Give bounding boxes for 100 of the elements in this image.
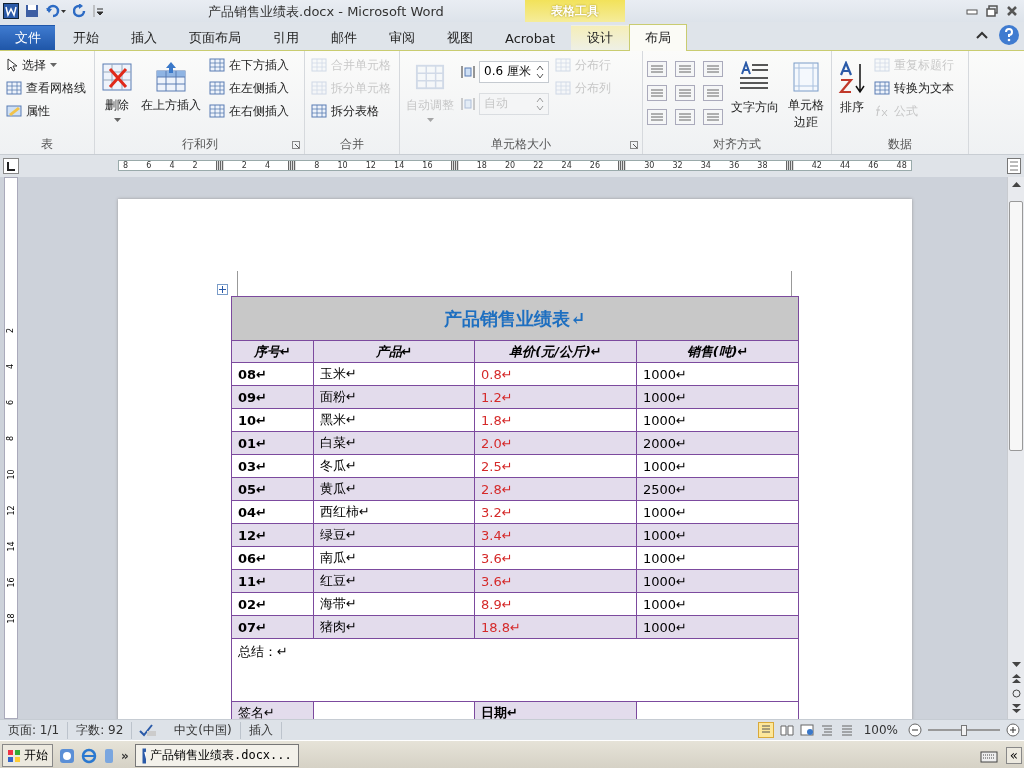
cursor-icon bbox=[6, 58, 18, 72]
properties-icon bbox=[6, 104, 22, 118]
browser-icon[interactable] bbox=[81, 747, 97, 764]
ribbon-button[interactable]: 拆分表格 bbox=[309, 101, 393, 121]
page-count[interactable]: 页面: 1/1 bbox=[0, 721, 69, 739]
start-button[interactable]: 开始 bbox=[2, 744, 53, 767]
ribbon-tab[interactable]: 插入 bbox=[115, 25, 173, 50]
word-count[interactable]: 字数: 92 bbox=[68, 721, 133, 739]
dialog-launcher-icon[interactable] bbox=[292, 141, 300, 149]
dropdown-arrow-icon bbox=[50, 63, 57, 67]
ruler-number: 26 bbox=[589, 161, 601, 170]
ribbon-button[interactable]: 查看网格线 bbox=[4, 78, 88, 98]
spinner-icon[interactable] bbox=[536, 64, 544, 79]
horizontal-ruler[interactable]: 8 6 4 2 2 4 8 10 12 14 16 18 20 22 24 26 30 32 34 36 38 42 44 46 48 bbox=[118, 160, 912, 171]
zoom-out-icon[interactable] bbox=[908, 723, 922, 737]
scroll-down-icon[interactable] bbox=[1011, 662, 1021, 668]
save-icon[interactable] bbox=[25, 4, 39, 18]
ruler-number: 8 bbox=[314, 161, 320, 170]
ruler-number: 12 bbox=[6, 505, 16, 516]
column-marker[interactable] bbox=[288, 161, 297, 170]
keyboard-icon[interactable] bbox=[979, 748, 998, 763]
zoom-level[interactable]: 100% bbox=[859, 723, 902, 737]
web-layout-icon[interactable] bbox=[799, 724, 814, 736]
ribbon-button[interactable]: 在左侧插入 bbox=[207, 78, 291, 98]
table-cell: 面粉↵ bbox=[313, 385, 475, 409]
ruler-number: 20 bbox=[505, 161, 516, 170]
undo-icon[interactable] bbox=[45, 4, 67, 18]
zoom-in-icon[interactable] bbox=[1006, 723, 1020, 737]
ruler-number: 24 bbox=[561, 161, 572, 170]
column-marker[interactable] bbox=[215, 161, 224, 170]
browse-object-icon[interactable] bbox=[1011, 689, 1021, 698]
table-cell: 玉米↵ bbox=[313, 362, 475, 386]
language-indicator[interactable]: 中文(中国) bbox=[166, 721, 241, 739]
ribbon-tab[interactable]: 引用 bbox=[257, 25, 315, 50]
ribbon-button[interactable]: 文字方向 bbox=[729, 55, 781, 116]
table-cell: 黄瓜↵ bbox=[313, 477, 475, 501]
ribbon-tab[interactable]: 开始 bbox=[57, 25, 115, 50]
table-cell: 南瓜↵ bbox=[313, 546, 475, 570]
ruler-number: 8 bbox=[6, 435, 16, 442]
table-cell: 10↵ bbox=[231, 408, 314, 432]
ribbon-tab[interactable]: Acrobat bbox=[489, 25, 572, 50]
ruler-number: 48 bbox=[896, 161, 907, 170]
ribbon-button[interactable]: 单元格边距 bbox=[785, 55, 828, 131]
width-icon bbox=[460, 95, 476, 112]
dropdown-arrow-icon bbox=[426, 118, 434, 122]
table-cell: 1000↵ bbox=[636, 454, 799, 478]
ribbon-button[interactable]: 属性 bbox=[4, 101, 88, 121]
column-marker[interactable] bbox=[618, 161, 627, 170]
reading-view-icon[interactable] bbox=[779, 724, 794, 736]
delete-table-icon bbox=[101, 61, 133, 93]
vertical-ruler[interactable]: 2 4 6 8 10 12 14 16 18 bbox=[4, 177, 18, 719]
insert-mode-indicator[interactable]: 插入 bbox=[240, 721, 282, 739]
table-cell: 绿豆↵ bbox=[313, 523, 475, 547]
ribbon-tab[interactable]: 文件 bbox=[0, 25, 55, 50]
overflow-chevron[interactable]: » bbox=[121, 748, 129, 763]
table-cell: 黑米↵ bbox=[313, 408, 475, 432]
previous-page-icon[interactable] bbox=[1011, 674, 1021, 683]
insert-above-icon bbox=[155, 61, 187, 93]
next-page-icon[interactable] bbox=[1011, 704, 1021, 713]
ribbon-button[interactable]: 在上方插入 bbox=[139, 55, 203, 114]
table-move-handle-icon[interactable] bbox=[217, 284, 228, 295]
sort-icon bbox=[838, 61, 867, 95]
help-icon[interactable] bbox=[998, 24, 1020, 46]
ribbon-button[interactable]: 选择 bbox=[4, 55, 88, 75]
ribbon-button[interactable]: 在下方插入 bbox=[207, 55, 291, 75]
view-ruler-icon[interactable] bbox=[1007, 158, 1021, 174]
table-cell: 1.2↵ bbox=[474, 385, 637, 409]
tab-stop-icon[interactable] bbox=[3, 158, 19, 174]
column-marker[interactable] bbox=[450, 161, 459, 170]
ribbon-button[interactable]: 转换为文本 bbox=[872, 78, 957, 98]
column-header: 产品↵ bbox=[313, 340, 475, 363]
scroll-up-icon[interactable] bbox=[1011, 181, 1021, 187]
size-field[interactable]: 0.6 厘米 bbox=[479, 60, 549, 83]
windows-logo-icon bbox=[7, 748, 21, 763]
ribbon-tab[interactable]: 邮件 bbox=[315, 25, 373, 50]
ribbon-tab[interactable]: 审阅 bbox=[373, 25, 431, 50]
ruler-number: 10 bbox=[337, 161, 348, 170]
app-icon[interactable] bbox=[59, 747, 75, 764]
column-marker[interactable] bbox=[785, 161, 794, 170]
ribbon-tab[interactable]: 页面布局 bbox=[173, 25, 257, 50]
vertical-scrollbar[interactable] bbox=[1007, 177, 1024, 719]
table-cell: 12↵ bbox=[231, 523, 314, 547]
restore-icon[interactable] bbox=[986, 5, 998, 17]
ruler-number: 2 bbox=[6, 327, 16, 334]
table-cell: 8.9↵ bbox=[474, 592, 637, 616]
tray-expand-button[interactable]: « bbox=[1005, 747, 1022, 764]
taskbar-button[interactable]: 产品销售业绩表.docx... bbox=[134, 744, 299, 767]
ribbon-button[interactable]: 删除 bbox=[99, 55, 135, 122]
ribbon-tab[interactable]: 布局 bbox=[629, 24, 688, 51]
cell-margins-icon bbox=[792, 61, 821, 93]
ribbon-button[interactable]: 排序 bbox=[836, 55, 869, 116]
ribbon-tab[interactable]: 设计 bbox=[571, 25, 630, 50]
ribbon-tab[interactable]: 视图 bbox=[431, 25, 489, 50]
collapse-ribbon-icon[interactable] bbox=[976, 31, 988, 39]
customize-icon[interactable] bbox=[93, 4, 103, 18]
redo-icon[interactable] bbox=[73, 4, 87, 18]
table-cell: 1000↵ bbox=[636, 546, 799, 570]
dialog-launcher-icon[interactable] bbox=[630, 141, 638, 149]
close-icon[interactable] bbox=[1006, 5, 1018, 17]
ribbon-button[interactable]: 在右侧插入 bbox=[207, 101, 291, 121]
